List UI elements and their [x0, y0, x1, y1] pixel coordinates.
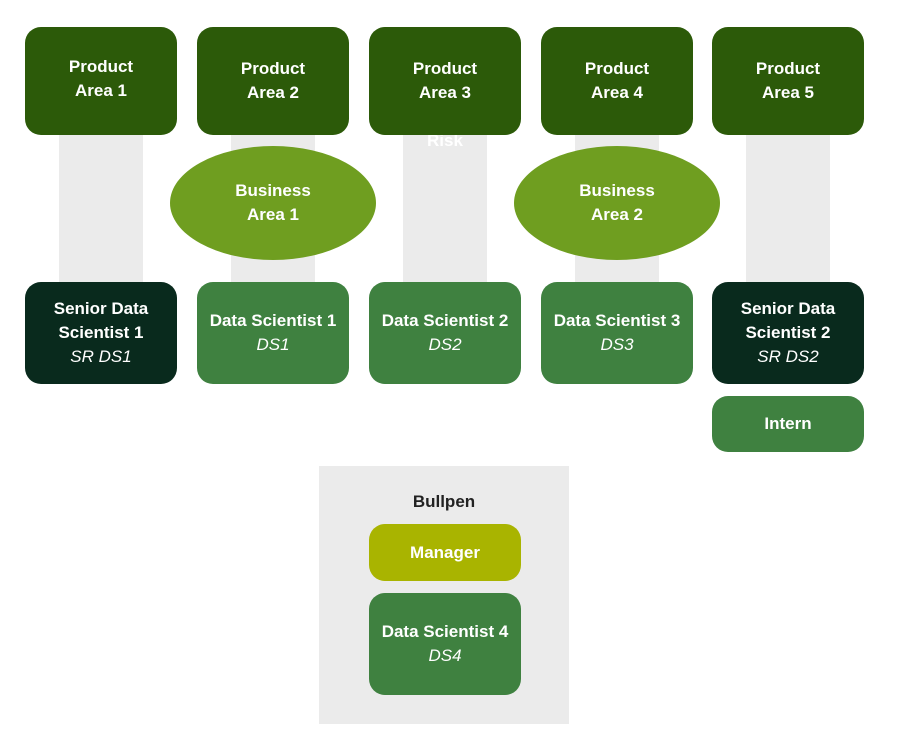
- bullpen-title: Bullpen: [412, 492, 476, 511]
- business-area-1: Business Area 1: [170, 146, 376, 260]
- product-area-2: Product Area 2: [197, 27, 349, 135]
- data-scientist-1: Data Scientist 1 DS1: [197, 282, 349, 384]
- data-scientist-2: Data Scientist 2 DS2: [369, 282, 521, 384]
- data-scientist-4: Data Scientist 4 DS4: [369, 593, 521, 695]
- data-scientist-3: Data Scientist 3 DS3: [541, 282, 693, 384]
- manager: Manager: [369, 524, 521, 581]
- product-area-4: Product Area 4: [541, 27, 693, 135]
- senior-data-scientist-1: Senior Data Scientist 1 SR DS1: [25, 282, 177, 384]
- product-area-5: Product Area 5: [712, 27, 864, 135]
- senior-data-scientist-2: Senior Data Scientist 2 SR DS2: [712, 282, 864, 384]
- lane-5: [746, 135, 830, 295]
- product-area-3: Product Area 3: [369, 27, 521, 135]
- lane-1: [59, 135, 143, 282]
- business-area-2: Business Area 2: [514, 146, 720, 260]
- intern: Intern: [712, 396, 864, 452]
- product-area-1: Product Area 1: [25, 27, 177, 135]
- lane-3: [403, 135, 487, 282]
